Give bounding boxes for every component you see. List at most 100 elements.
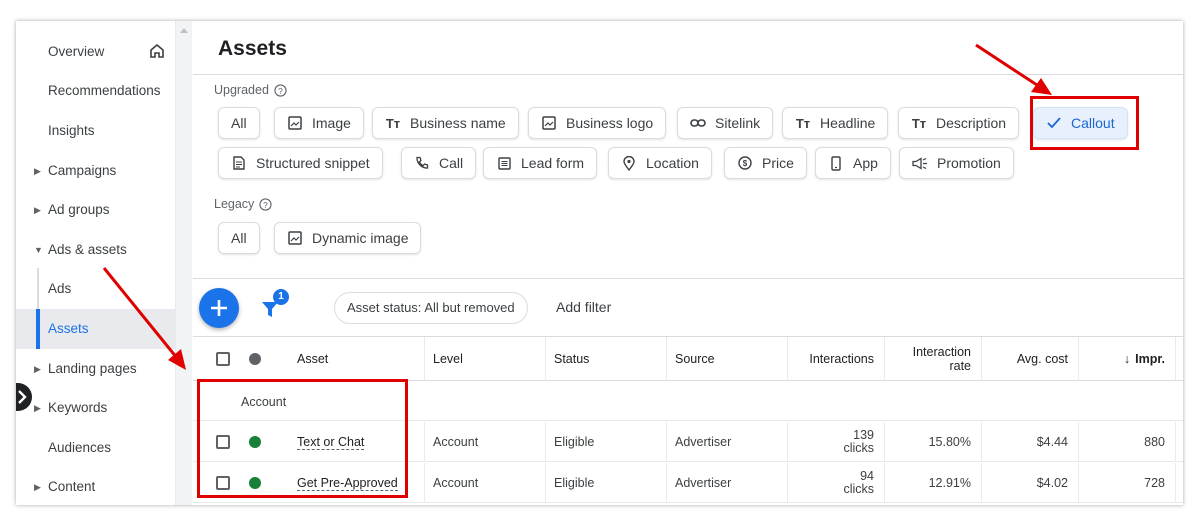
impr-cell: 880 xyxy=(1079,422,1176,462)
upgraded-section-label: Upgraded ? xyxy=(214,83,287,97)
chip-label: Dynamic image xyxy=(312,230,409,246)
chip-promotion[interactable]: Promotion xyxy=(899,147,1014,179)
image-icon xyxy=(541,115,557,131)
chip-label: Description xyxy=(936,115,1007,131)
add-filter-button[interactable]: Add filter xyxy=(556,299,611,315)
form-icon xyxy=(496,155,512,171)
sidebar-item-label: Insights xyxy=(48,123,95,138)
scroll-up-icon[interactable] xyxy=(180,27,188,33)
interaction-rate-cell: 15.80% xyxy=(885,422,982,462)
sidebar-item-label: Assets xyxy=(48,321,89,336)
sort-descending-icon: ↓ xyxy=(1123,352,1131,366)
avg-cost-cell: $4.44 xyxy=(982,422,1079,462)
svg-text:$: $ xyxy=(743,159,748,168)
expand-arrow-icon: ▶ xyxy=(34,364,41,374)
chip-price[interactable]: $ Price xyxy=(724,147,807,179)
column-header-asset[interactable]: Asset xyxy=(289,337,425,381)
level-cell: Account xyxy=(425,463,546,503)
column-header-level[interactable]: Level xyxy=(425,337,546,381)
column-label: Source xyxy=(675,352,715,366)
sidebar-scrollbar[interactable] xyxy=(176,21,192,505)
column-label: Interactions xyxy=(809,352,874,366)
sidebar-item-overview[interactable]: Overview xyxy=(16,34,176,70)
svg-text:?: ? xyxy=(278,85,283,95)
column-header-interactions[interactable]: Interactions xyxy=(788,337,885,381)
text-icon: Tт xyxy=(795,115,811,131)
chip-legacy-all[interactable]: All xyxy=(218,222,260,254)
column-header-impr[interactable]: ↓ Impr. xyxy=(1079,337,1176,381)
location-pin-icon xyxy=(621,155,637,171)
column-header-status[interactable]: Status xyxy=(546,337,667,381)
status-cell: Eligible xyxy=(546,422,667,462)
sidebar-item-assets[interactable]: Assets xyxy=(16,309,176,349)
chip-structured-snippet[interactable]: Structured snippet xyxy=(218,147,383,179)
level-cell: Account xyxy=(425,422,546,462)
chip-call[interactable]: Call xyxy=(401,147,477,179)
column-label: Interaction rate xyxy=(912,345,971,373)
page-title: Assets xyxy=(218,37,287,60)
divider xyxy=(193,278,1183,279)
image-icon xyxy=(287,230,303,246)
upgraded-label: Upgraded xyxy=(214,83,269,97)
select-all-checkbox[interactable] xyxy=(216,352,230,366)
chip-description[interactable]: Tт Description xyxy=(898,107,1020,139)
sidebar-item-label: Campaigns xyxy=(48,163,117,178)
interactions-cell: 94 clicks xyxy=(788,463,885,503)
help-icon[interactable]: ? xyxy=(259,197,272,211)
table-header: Asset Level Status Source Interactions I… xyxy=(193,336,1183,381)
text-icon: Tт xyxy=(385,115,401,131)
avg-cost-cell: $4.02 xyxy=(982,463,1079,503)
column-header-source[interactable]: Source xyxy=(667,337,788,381)
column-header-interaction-rate[interactable]: Interaction rate xyxy=(885,337,982,381)
chip-label: Location xyxy=(646,155,699,171)
chip-label: Lead form xyxy=(521,155,585,171)
add-asset-button[interactable] xyxy=(199,288,239,328)
sidebar-item-recommendations[interactable]: Recommendations xyxy=(16,73,176,109)
sidebar-item-keywords[interactable]: ▶ Keywords xyxy=(16,390,176,426)
sidebar-item-label: Landing pages xyxy=(48,361,137,376)
chevron-right-icon xyxy=(18,390,27,404)
interactions-unit: clicks xyxy=(843,441,874,455)
collapse-arrow-icon: ▼ xyxy=(34,245,43,255)
expand-arrow-icon: ▶ xyxy=(34,166,41,176)
sidebar-item-insights[interactable]: Insights xyxy=(16,113,176,149)
chip-label: App xyxy=(853,155,878,171)
chip-lead-form[interactable]: Lead form xyxy=(483,147,598,179)
document-icon xyxy=(231,155,247,171)
sidebar-item-campaigns[interactable]: ▶ Campaigns xyxy=(16,153,176,189)
chip-label: All xyxy=(231,115,247,131)
chip-image[interactable]: Image xyxy=(274,107,364,139)
phone-icon xyxy=(414,155,430,171)
sidebar-item-ads[interactable]: Ads xyxy=(16,271,176,307)
column-header-avg-cost[interactable]: Avg. cost xyxy=(982,337,1079,381)
source-cell: Advertiser xyxy=(667,463,788,503)
chip-label: Image xyxy=(312,115,351,131)
sidebar-item-content[interactable]: ▶ Content xyxy=(16,469,176,505)
chip-business-logo[interactable]: Business logo xyxy=(528,107,667,139)
sidebar: Overview Recommendations Insights ▶ Camp… xyxy=(16,21,176,505)
source-cell: Advertiser xyxy=(667,422,788,462)
asset-status-filter-chip[interactable]: Asset status: All but removed xyxy=(334,292,528,324)
sidebar-item-ad-groups[interactable]: ▶ Ad groups xyxy=(16,192,176,228)
column-label: Impr. xyxy=(1135,352,1165,366)
plus-icon xyxy=(211,300,227,316)
chip-dynamic-image[interactable]: Dynamic image xyxy=(274,222,422,254)
interactions-cell: 139 clicks xyxy=(788,422,885,462)
sidebar-item-audiences[interactable]: Audiences xyxy=(16,430,176,466)
sidebar-item-landing-pages[interactable]: ▶ Landing pages xyxy=(16,351,176,387)
home-icon xyxy=(150,44,164,58)
chip-headline[interactable]: Tт Headline xyxy=(782,107,889,139)
interaction-rate-cell: 12.91% xyxy=(885,463,982,503)
chip-location[interactable]: Location xyxy=(608,147,712,179)
chip-sitelink[interactable]: Sitelink xyxy=(677,107,774,139)
chip-app[interactable]: App xyxy=(815,147,891,179)
sidebar-item-ads-assets[interactable]: ▼ Ads & assets xyxy=(16,232,176,268)
chip-business-name[interactable]: Tт Business name xyxy=(372,107,519,139)
column-label: Avg. cost xyxy=(1016,352,1068,366)
legacy-label: Legacy xyxy=(214,197,255,211)
help-icon[interactable]: ? xyxy=(274,83,287,97)
expand-arrow-icon: ▶ xyxy=(34,403,41,413)
chip-all[interactable]: All xyxy=(218,107,260,139)
chip-label: Business name xyxy=(410,115,506,131)
filter-count-badge: 1 xyxy=(273,289,289,305)
